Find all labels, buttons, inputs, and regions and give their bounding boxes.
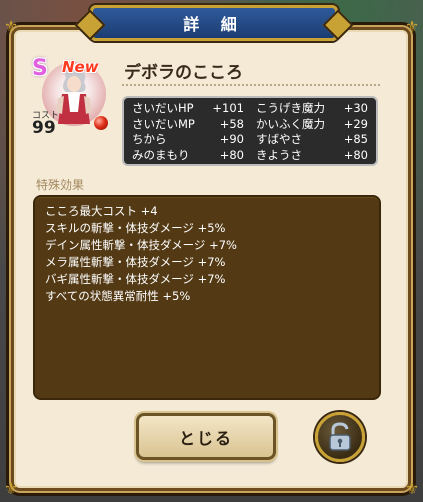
effect-line: スキルの斬撃・体技ダメージ +5% (45, 221, 226, 235)
heart-name: デボラのこころ (124, 63, 243, 83)
stat-defense: みのまもり +80 (132, 147, 244, 162)
effect-line: こころ最大コスト +4 (45, 204, 158, 218)
effect-line: デイン属性斬撃・体技ダメージ +7% (45, 238, 237, 252)
stat-max-hp: さいだいHP +101 (132, 101, 244, 115)
monster-portrait: S New コスト 99 (32, 56, 114, 138)
close-button-label: とじる (178, 428, 233, 448)
rank-badge: S (32, 56, 48, 81)
cost-value: 99 (32, 118, 56, 138)
stat-strength: ちから +90 (132, 132, 244, 146)
effect-line: メラ属性斬撃・体技ダメージ +7% (45, 255, 226, 269)
dialog-title: 詳 細 (183, 15, 245, 34)
effect-line: すべての状態異常耐性 +5% (45, 289, 191, 303)
new-badge: New (62, 58, 99, 76)
special-effects-label: 特殊効果 (36, 178, 85, 192)
corner-ornament-icon: ⚜ (3, 479, 19, 498)
corner-ornament-icon: ⚜ (404, 479, 420, 498)
stat-attack-magic: こうげき魔力 +30 (256, 101, 368, 115)
effect-line: バギ属性斬撃・体技ダメージ +7% (45, 272, 226, 286)
stats-panel: さいだいHP +101 こうげき魔力 +30 さいだいMP +58 かいふく魔力 +29… (122, 96, 378, 166)
lock-toggle-button[interactable] (315, 412, 365, 462)
stat-max-mp: さいだいMP +58 (132, 116, 244, 131)
divider (122, 84, 380, 86)
close-button[interactable]: とじる (136, 413, 276, 460)
unlocked-padlock-icon (329, 422, 351, 451)
character-figure-icon (56, 68, 92, 124)
corner-ornament-icon: ⚜ (3, 17, 19, 36)
stat-agility: すばやさ +85 (256, 132, 368, 146)
corner-ornament-icon: ⚜ (404, 17, 420, 36)
stat-dexterity: きようさ +80 (256, 147, 368, 162)
dialog-title-banner: 詳 細 (90, 5, 338, 41)
red-orb-icon (94, 116, 108, 130)
special-effects-panel: こころ最大コスト +4 スキルの斬撃・体技ダメージ +5% デイン属性斬撃・体技… (33, 195, 381, 400)
stat-heal-magic: かいふく魔力 +29 (256, 116, 368, 131)
